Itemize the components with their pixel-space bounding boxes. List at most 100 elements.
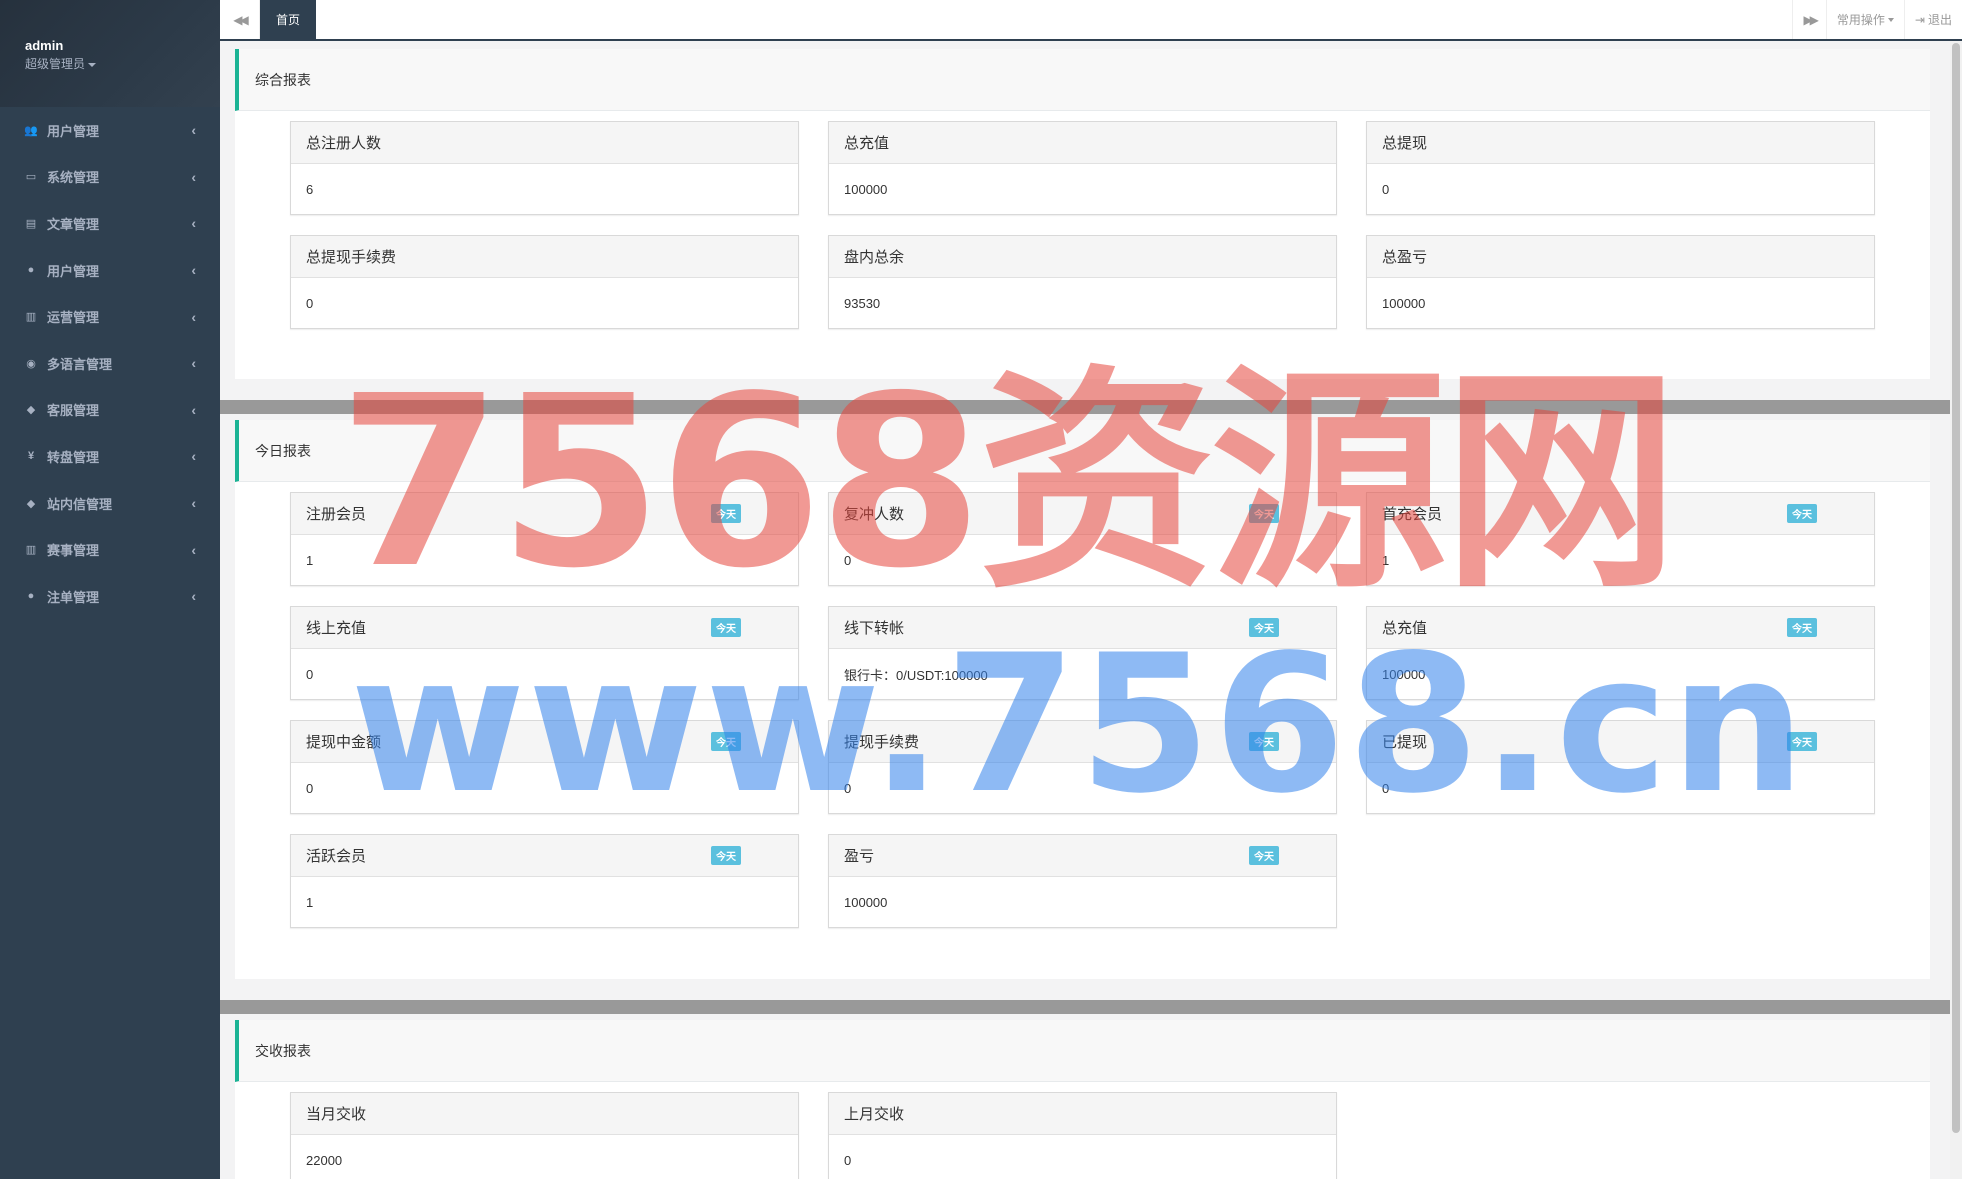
common-ops-label: 常用操作 [1836,13,1885,27]
watermark-line1: 7568资源网 [338,345,1679,620]
today-badge: 今天 [1249,846,1279,865]
comment-icon: ◆ [26,497,36,510]
settlement-card-grid: 当月交收 22000 上月交收 0 [235,1082,1930,1179]
sidebar-item[interactable]: 👥 用户管理 ‹ [0,107,220,154]
sidebar-item-label: 赛事管理 [47,543,100,559]
stat-card-label: 当月交收 [306,1106,367,1123]
chevron-left-icon: ‹ [191,215,196,232]
globe-icon: ◉ [26,357,36,370]
user-role-dropdown[interactable]: 超级管理员 [25,55,220,72]
sidebar-item[interactable]: ¥ 转盘管理 ‹ [0,433,220,480]
backward-icon: ◀◀ [233,12,249,27]
yen-icon: ¥ [27,450,35,463]
comment-icon: ◆ [26,404,36,417]
tab-bar-actions: ▶▶ 常用操作 ⇥ 退出 [1792,0,1962,39]
chevron-left-icon: ‹ [191,448,196,465]
stat-card-header: 总提现 [1367,122,1874,164]
user-icon: ● [27,590,35,603]
stat-card: 总注册人数 6 [290,121,799,215]
sidebar-item-label: 用户管理 [47,123,100,139]
sidebar-item-label: 用户管理 [47,263,100,279]
chevron-left-icon: ‹ [191,168,196,185]
sidebar-item[interactable]: ▥ 赛事管理 ‹ [0,526,220,573]
sidebar-item-label: 多语言管理 [47,356,113,372]
section-divider [220,1000,1950,1014]
sidebar-item-label: 运营管理 [47,310,100,326]
watermark-line2: www.7568.cn [350,614,1808,835]
stat-card-value: 93530 [844,295,881,311]
bar-chart-icon: ▥ [25,311,37,324]
stat-card-value: 1 [306,894,314,910]
stat-card-value: 100000 [844,894,888,910]
stat-card-label: 总提现手续费 [306,249,397,266]
chevron-left-icon: ‹ [191,495,196,512]
stat-card-label: 总提现 [1382,135,1428,152]
stat-card-header: 盘内总余 [829,236,1336,278]
summary-report-panel: 综合报表 总注册人数 6 总充值 100000 总提现 0 总提现手续费 0 盘内总余 93530… [235,49,1930,379]
stat-card-label: 总充值 [844,135,890,152]
sidebar-item[interactable]: ◉ 多语言管理 ‹ [0,340,220,387]
sidebar-item[interactable]: ▤ 文章管理 ‹ [0,200,220,247]
today-badge: 今天 [1787,504,1817,523]
user-icon: ● [27,264,35,277]
sidebar: admin 超级管理员 👥 用户管理 ‹ ▭ 系统管理 ‹ ▤ 文章管理 ‹ ● 用户管理 ‹ ▥ 运营管… [0,0,220,1179]
stat-card-value: 0 [306,295,314,311]
forward-icon: ▶▶ [1803,12,1819,27]
stat-card-value: 100000 [844,181,888,197]
chevron-left-icon: ‹ [191,541,196,558]
stat-card-header: 总盈亏 [1367,236,1874,278]
caret-down-icon [1887,17,1894,22]
panel-title: 综合报表 [235,49,1930,111]
tab-home[interactable]: 首页 [260,0,316,39]
tab-bar: ◀◀ 首页 ▶▶ 常用操作 ⇥ 退出 [220,0,1962,41]
stat-card-header: 上月交收 [829,1093,1336,1135]
stat-card-label: 总盈亏 [1382,249,1428,266]
stat-card-value: 0 [1382,181,1390,197]
scrollbar[interactable] [1950,41,1962,1179]
stat-card-label: 总注册人数 [306,135,382,152]
stat-card-value: 22000 [306,1152,343,1168]
book-icon: ▤ [25,217,37,230]
stat-card-header: 当月交收 [291,1093,798,1135]
sidebar-item-label: 站内信管理 [47,496,113,512]
stat-card: 活跃会员 今天 1 [290,834,799,928]
stat-card-label: 盈亏 [844,848,875,865]
common-ops-dropdown[interactable]: 常用操作 [1825,0,1904,39]
stat-card-value: 6 [306,181,314,197]
panel-title: 交收报表 [235,1020,1930,1082]
stat-card: 总提现 0 [1366,121,1875,215]
sidebar-item[interactable]: ▥ 运营管理 ‹ [0,293,220,340]
scroll-tabs-right-button[interactable]: ▶▶ [1792,0,1825,39]
sidebar-item-label: 转盘管理 [47,449,100,465]
stat-card-value: 100000 [1382,295,1426,311]
sign-out-icon: ⇥ [1914,12,1925,27]
sidebar-item[interactable]: ● 注单管理 ‹ [0,573,220,620]
scroll-tabs-left-button[interactable]: ◀◀ [220,0,260,39]
desktop-icon: ▭ [25,171,37,184]
chevron-left-icon: ‹ [191,262,196,279]
sidebar-item[interactable]: ▭ 系统管理 ‹ [0,154,220,201]
users-icon: 👥 [24,124,38,137]
user-profile[interactable]: admin 超级管理员 [0,0,220,107]
scrollbar-thumb[interactable] [1952,43,1960,1133]
chevron-left-icon: ‹ [191,122,196,139]
summary-card-grid: 总注册人数 6 总充值 100000 总提现 0 总提现手续费 0 盘内总余 93530 总盈亏 10… [235,111,1930,329]
stat-card-header: 总充值 [829,122,1336,164]
stat-card-value: 0 [844,1152,852,1168]
sidebar-item[interactable]: ● 用户管理 ‹ [0,247,220,294]
stat-card-label: 盘内总余 [844,249,905,266]
stat-card-header: 总提现手续费 [291,236,798,278]
sidebar-item-label: 文章管理 [47,216,100,232]
stat-card-header: 盈亏 今天 [829,835,1336,877]
today-badge: 今天 [711,846,741,865]
chevron-left-icon: ‹ [191,588,196,605]
logout-button[interactable]: ⇥ 退出 [1903,0,1962,39]
sidebar-nav: 👥 用户管理 ‹ ▭ 系统管理 ‹ ▤ 文章管理 ‹ ● 用户管理 ‹ ▥ 运营管理 ‹ ◉ 多语言管理 ‹ ◆ 客服… [0,107,220,620]
chevron-left-icon: ‹ [191,401,196,418]
stat-card-label: 活跃会员 [306,848,367,865]
stat-card: 盘内总余 93530 [828,235,1337,329]
sidebar-item[interactable]: ◆ 客服管理 ‹ [0,387,220,434]
sidebar-item-label: 注单管理 [47,589,100,605]
stat-card-label: 上月交收 [844,1106,905,1123]
sidebar-item[interactable]: ◆ 站内信管理 ‹ [0,480,220,527]
